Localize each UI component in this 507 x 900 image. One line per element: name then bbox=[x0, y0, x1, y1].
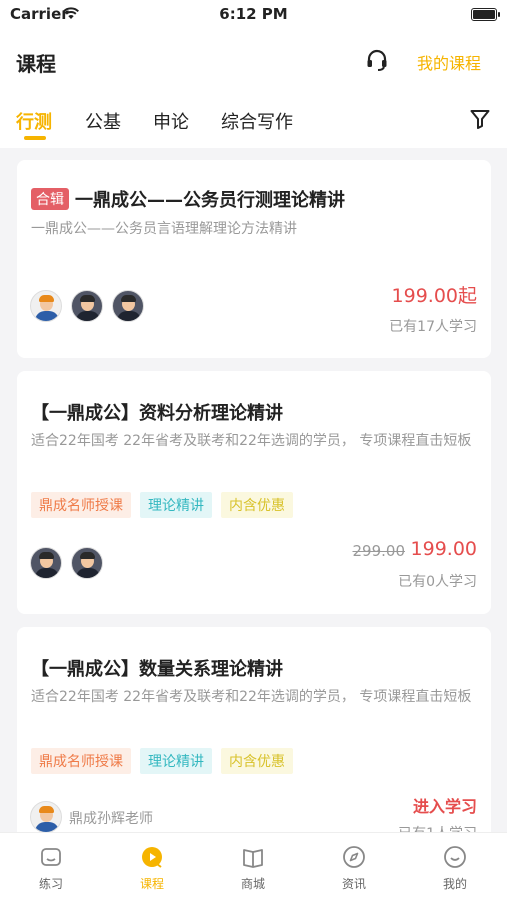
tabbar-profile[interactable]: 我的 bbox=[425, 845, 485, 892]
learner-count: 已有0人学习 bbox=[398, 574, 477, 590]
enter-study-button[interactable]: 进入学习 bbox=[413, 793, 477, 817]
course-name: 一鼎成公——公务员行测理论精讲 bbox=[75, 190, 345, 211]
course-price: 199.00 bbox=[410, 538, 477, 560]
page-title: 课程 bbox=[16, 52, 56, 76]
tabbar-news[interactable]: 资讯 bbox=[324, 845, 384, 892]
tag-discount: 内含优惠 bbox=[221, 492, 293, 518]
course-title: 合辑 一鼎成公——公务员行测理论精讲 bbox=[31, 186, 345, 212]
tab-writing[interactable]: 综合写作 bbox=[221, 108, 293, 134]
tab-shenlun[interactable]: 申论 bbox=[153, 108, 189, 134]
mall-icon bbox=[243, 849, 263, 868]
avatar bbox=[112, 290, 144, 322]
tag-discount: 内含优惠 bbox=[221, 748, 293, 774]
bottom-tab-bar: 练习 课程 商城 资讯 我的 bbox=[0, 832, 507, 900]
category-tabs: 行测 公基 申论 综合写作 bbox=[0, 90, 507, 148]
course-card[interactable]: 【一鼎成公】资料分析理论精讲 适合22年国考 22年省考及联考和22年选调的学员… bbox=[17, 371, 491, 614]
battery-icon bbox=[471, 8, 500, 21]
tabbar-course[interactable]: 课程 bbox=[122, 845, 182, 892]
tab-gongji[interactable]: 公基 bbox=[85, 108, 121, 134]
course-name: 【一鼎成公】资料分析理论精讲 bbox=[31, 403, 283, 424]
teacher-name: 鼎成孙辉老师 bbox=[69, 811, 153, 827]
tabbar-label: 我的 bbox=[442, 877, 467, 891]
course-tags: 鼎成名师授课 理论精讲 内含优惠 bbox=[31, 492, 293, 518]
tabbar-label: 商城 bbox=[240, 877, 265, 891]
tabbar-mall[interactable]: 商城 bbox=[223, 845, 283, 892]
learner-count: 已有17人学习 bbox=[389, 319, 477, 335]
news-icon bbox=[343, 846, 365, 868]
avatar bbox=[30, 801, 62, 833]
tag-teacher: 鼎成名师授课 bbox=[31, 492, 131, 518]
clock: 6:12 PM bbox=[219, 5, 288, 23]
headset-icon[interactable] bbox=[364, 47, 390, 73]
course-card[interactable]: 【一鼎成公】数量关系理论精讲 适合22年国考 22年省考及联考和22年选调的学员… bbox=[17, 627, 491, 867]
course-tags: 鼎成名师授课 理论精讲 内含优惠 bbox=[31, 748, 293, 774]
avatar bbox=[30, 290, 62, 322]
tabbar-practice[interactable]: 练习 bbox=[21, 845, 81, 892]
tabbar-label: 课程 bbox=[139, 877, 164, 891]
combo-badge: 合辑 bbox=[31, 188, 69, 210]
teacher-avatars bbox=[30, 547, 103, 579]
filter-icon[interactable] bbox=[469, 108, 491, 130]
tab-xingce[interactable]: 行测 bbox=[16, 108, 52, 134]
active-tab-indicator bbox=[24, 136, 46, 140]
course-description: 适合22年国考 22年省考及联考和22年选调的学员， 专项课程直击短板 bbox=[31, 689, 472, 705]
tag-theory: 理论精讲 bbox=[140, 492, 212, 518]
avatar bbox=[71, 547, 103, 579]
course-description: 适合22年国考 22年省考及联考和22年选调的学员， 专项课程直击短板 bbox=[31, 433, 472, 449]
tabbar-label: 练习 bbox=[38, 877, 63, 891]
original-price: 299.00 bbox=[352, 542, 406, 560]
tag-theory: 理论精讲 bbox=[140, 748, 212, 774]
tag-teacher: 鼎成名师授课 bbox=[31, 748, 131, 774]
teacher-avatars bbox=[30, 801, 62, 833]
course-icon bbox=[142, 847, 162, 868]
avatar bbox=[30, 547, 62, 579]
profile-icon bbox=[444, 846, 466, 868]
teacher-avatars bbox=[30, 290, 144, 322]
course-description: 一鼎成公——公务员言语理解理论方法精讲 bbox=[31, 221, 297, 237]
tabbar-label: 资讯 bbox=[341, 877, 366, 891]
course-name: 【一鼎成公】数量关系理论精讲 bbox=[31, 659, 283, 680]
practice-icon bbox=[41, 848, 61, 866]
status-bar: Carrier 6:12 PM bbox=[0, 0, 507, 30]
course-card[interactable]: 合辑 一鼎成公——公务员行测理论精讲 一鼎成公——公务员言语理解理论方法精讲 19… bbox=[17, 160, 491, 358]
my-course-link[interactable]: 我的课程 bbox=[417, 50, 481, 74]
header: 课程 我的课程 bbox=[0, 30, 507, 90]
avatar bbox=[71, 290, 103, 322]
course-price: 199.00起 bbox=[391, 285, 477, 307]
